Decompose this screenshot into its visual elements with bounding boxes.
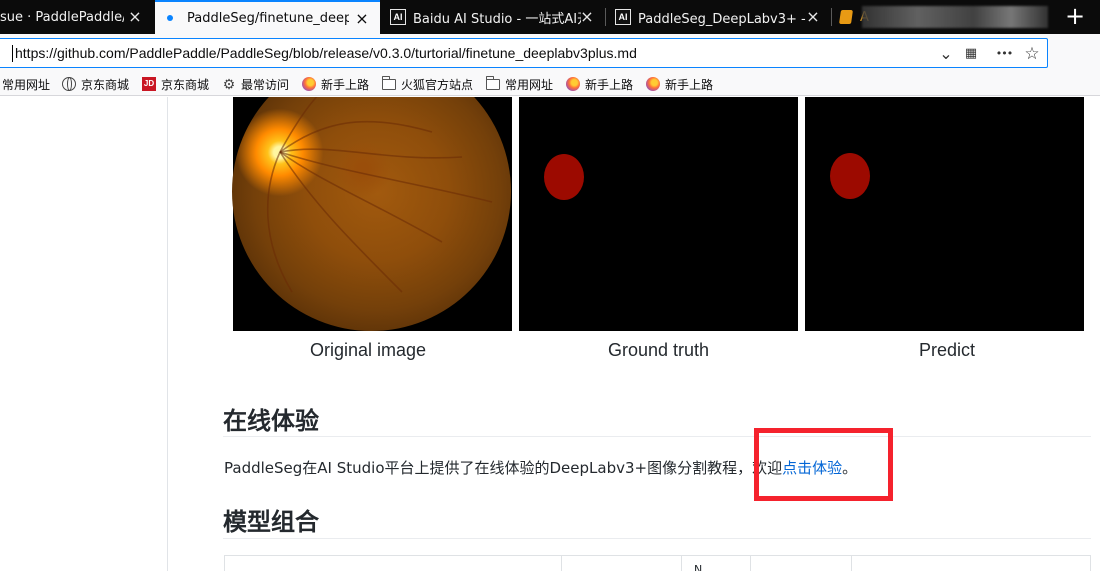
retina-vessels	[266, 97, 493, 293]
tab-title: Baidu AI Studio - 一站式AI开	[413, 11, 581, 27]
bookmark-item[interactable]: 新手上路	[646, 76, 713, 92]
ai-studio-favicon-icon: AI	[615, 9, 631, 25]
bookmark-label: 京东商城	[81, 77, 130, 92]
bookmark-item[interactable]: 新手上路	[566, 76, 633, 92]
firefox-icon	[566, 77, 580, 91]
navigation-bar: https://github.com/PaddlePaddle/PaddleSe…	[0, 34, 1100, 72]
bookmark-item[interactable]: 常用网址	[486, 76, 553, 92]
tab-paddleseg-deeplabv3[interactable]: AI PaddleSeg_DeepLabv3+ - 百 ×	[606, 0, 831, 34]
heading-online-experience: 在线体验	[223, 407, 319, 435]
bookmarks-toolbar: 常用网址 京东商城 JD 京东商城 ⚙ 最常访问 新手上路 火狐官方站点 常用网…	[0, 72, 1100, 96]
heading-divider	[223, 538, 1091, 539]
table-column-border	[851, 555, 852, 571]
globe-icon	[62, 77, 76, 91]
gear-icon: ⚙	[222, 76, 236, 92]
bookmark-item[interactable]: JD 京东商城	[142, 76, 209, 92]
table-header-fragment: N	[694, 563, 703, 571]
ground-truth-image	[519, 97, 798, 331]
folder-icon	[382, 76, 396, 90]
predict-mask	[830, 153, 870, 199]
heading-model-combination: 模型组合	[223, 508, 319, 536]
bookmark-label: 新手上路	[321, 77, 370, 92]
bookmark-label: 新手上路	[665, 77, 714, 92]
highlight-annotation-box	[754, 428, 893, 501]
folder-icon	[486, 76, 500, 90]
url-text[interactable]: https://github.com/PaddlePaddle/PaddleSe…	[15, 45, 637, 61]
bookmark-star-icon[interactable]: ☆	[1024, 46, 1040, 63]
tab-baidu-ai-studio[interactable]: AI Baidu AI Studio - 一站式AI开 ×	[381, 0, 605, 34]
bookmark-label: 新手上路	[585, 77, 634, 92]
url-dropdown-icon[interactable]: ⌄	[938, 46, 954, 62]
bookmark-item[interactable]: 新手上路	[302, 76, 369, 92]
bookmark-label: 京东商城	[161, 77, 210, 92]
tab-title: PaddleSeg_DeepLabv3+ - 百	[638, 11, 808, 27]
heading-divider	[223, 436, 1091, 437]
book-icon	[839, 10, 853, 24]
tab-title: sue · PaddlePaddle/Pa	[0, 9, 124, 25]
ai-studio-favicon-icon: AI	[390, 9, 406, 25]
firefox-icon	[646, 77, 660, 91]
github-favicon-icon	[167, 15, 173, 21]
firefox-icon	[302, 77, 316, 91]
bookmark-label: 最常访问	[241, 77, 290, 92]
model-table	[224, 555, 1091, 571]
tab-strip: sue · PaddlePaddle/Pa × PaddleSeg/finetu…	[0, 0, 1100, 34]
close-icon[interactable]: ×	[127, 9, 143, 25]
tab-title: PaddleSeg/finetune_deeplab	[187, 10, 349, 26]
close-icon[interactable]: ×	[354, 11, 370, 27]
bookmark-label: 火狐官方站点	[401, 77, 474, 92]
new-tab-button[interactable]: +	[1058, 0, 1092, 34]
bookmark-item[interactable]: ⚙ 最常访问	[222, 76, 289, 92]
retina-fundus-image	[232, 97, 511, 331]
table-column-border	[750, 555, 751, 571]
table-column-border	[681, 555, 682, 571]
close-icon[interactable]: ×	[579, 9, 595, 25]
tab-paddlepaddle-issue[interactable]: sue · PaddlePaddle/Pa ×	[0, 0, 153, 34]
bookmark-label: 常用网址	[2, 77, 51, 92]
close-icon[interactable]: ×	[805, 9, 821, 25]
caption-predict: Predict	[918, 340, 976, 360]
bookmark-item[interactable]: 常用网址	[2, 76, 50, 92]
caption-ground-truth: Ground truth	[607, 340, 710, 360]
original-image	[232, 97, 512, 331]
sidebar-divider	[167, 97, 168, 571]
predict-image	[805, 97, 1084, 331]
page-content: Original image Ground truth Predict 在线体验…	[0, 97, 1100, 571]
jd-icon: JD	[142, 77, 156, 91]
table-column-border	[561, 555, 562, 571]
tab-paddleseg-finetune[interactable]: PaddleSeg/finetune_deeplab ×	[155, 0, 380, 34]
ground-truth-mask	[544, 154, 584, 200]
url-bar[interactable]: https://github.com/PaddlePaddle/PaddleSe…	[0, 38, 1048, 68]
blurred-region	[862, 6, 1048, 28]
caption-original: Original image	[309, 340, 427, 360]
text-caret	[12, 45, 13, 62]
paragraph-text: PaddleSeg在AI Studio平台上提供了在线体验的DeepLabv3+…	[224, 459, 783, 477]
bookmark-item[interactable]: 京东商城	[62, 76, 129, 92]
bookmark-label: 常用网址	[505, 77, 554, 92]
page-actions-icon[interactable]: •••	[993, 46, 1015, 62]
qr-code-icon[interactable]: ▦	[963, 46, 979, 62]
bookmark-item[interactable]: 火狐官方站点	[382, 76, 473, 92]
